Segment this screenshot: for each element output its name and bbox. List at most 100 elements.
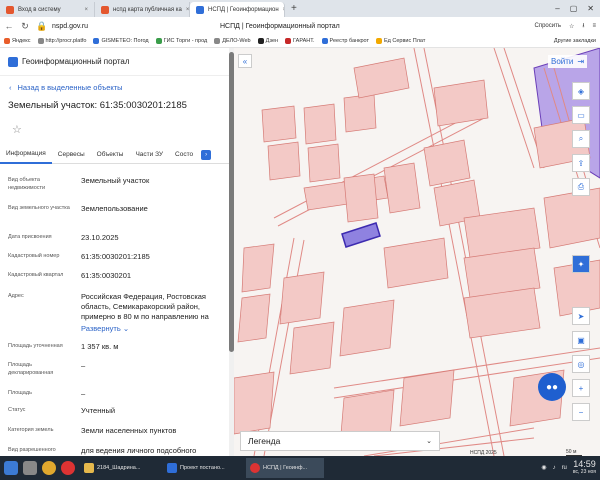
ask-button[interactable]: Спросить <box>535 23 561 29</box>
tab-services[interactable]: Сервесы <box>52 146 91 164</box>
locate-icon[interactable]: ➤ <box>572 307 590 325</box>
close-window-icon[interactable]: ✕ <box>587 4 594 13</box>
bookmark-item[interactable]: ДЕЛО-Web <box>214 38 251 44</box>
parcel[interactable] <box>383 162 421 214</box>
url-field[interactable]: nspd.gov.ru <box>52 23 88 30</box>
close-tab-icon[interactable]: × <box>84 7 88 13</box>
bookmark-icon <box>321 38 328 44</box>
attr-key: Адрес <box>8 293 24 299</box>
parcel[interactable] <box>307 143 341 183</box>
parcel[interactable] <box>237 293 271 343</box>
favorite-star-icon[interactable]: ☆ <box>12 123 22 136</box>
tab-composition[interactable]: Состо <box>169 146 199 164</box>
browser-tab-search[interactable]: нспд карта публичная ка × <box>95 2 190 17</box>
new-tab-button[interactable]: + <box>285 3 303 14</box>
taskbar-item[interactable]: Проект постано... <box>163 458 241 478</box>
bookmark-icon <box>376 38 382 44</box>
other-bookmarks[interactable]: Другие закладки <box>554 38 596 44</box>
network-icon[interactable]: ◉ <box>541 464 546 471</box>
tab-label: Вход в систему <box>18 6 61 13</box>
parcel[interactable] <box>261 105 297 143</box>
bookmark-item[interactable]: Ед Сервис Плат <box>376 38 425 44</box>
parcel[interactable] <box>399 369 455 427</box>
attr-key: Кадастровый номер <box>8 253 60 259</box>
volume-icon[interactable]: ♪ <box>553 465 556 471</box>
attr-value: 23.10.2025 <box>81 233 119 242</box>
chrome-icon[interactable] <box>42 461 56 475</box>
yandex-browser-icon[interactable] <box>61 461 75 475</box>
back-arrow-icon[interactable]: ← <box>4 21 14 31</box>
search-area-icon[interactable]: ⌕ <box>572 130 590 148</box>
tab-parts[interactable]: Части ЗУ <box>129 146 169 164</box>
chat-bubble-icon[interactable]: ●● <box>538 373 566 401</box>
lock-icon: 🔒 <box>36 20 48 31</box>
tab-info[interactable]: Информация <box>0 146 52 164</box>
taskbar-item[interactable]: НСПД | Геоинф... <box>246 458 324 478</box>
fingerprint-icon[interactable]: ◎ <box>572 355 590 373</box>
upload-icon[interactable]: ⇪ <box>572 154 590 172</box>
attr-key: Площадь декларированная <box>8 362 54 377</box>
bookmark-item[interactable]: Реестр банкрот <box>321 38 369 44</box>
parcel[interactable] <box>343 173 379 223</box>
ruler-icon[interactable]: ▭ <box>572 106 590 124</box>
bookmark-item[interactable]: ГАРАНТ. <box>285 38 315 44</box>
attr-key: Вид земельного участка <box>8 205 70 211</box>
menu-icon[interactable]: ≡ <box>592 23 596 29</box>
document-icon <box>167 463 177 473</box>
zoom-out-icon[interactable]: − <box>572 403 590 421</box>
attr-key: Площадь уточненная <box>8 343 63 349</box>
start-menu-icon[interactable] <box>4 461 18 475</box>
attr-value: 1 357 кв. м <box>81 342 119 351</box>
chevron-right-icon[interactable]: › <box>201 149 212 160</box>
back-to-selection-link[interactable]: ‹ Назад в выделенные объекты <box>9 83 123 92</box>
minimap-icon[interactable]: ▣ <box>572 331 590 349</box>
attr-value: Землепользование <box>81 204 148 213</box>
bookmark-item[interactable]: GISMETEO: Погод <box>93 38 149 44</box>
keyboard-layout[interactable]: ru <box>562 465 567 471</box>
parcel[interactable] <box>303 103 337 145</box>
bookmark-item[interactable]: Дзен <box>257 38 278 44</box>
clock[interactable]: 14:59 вс, 23 ноя <box>573 459 596 475</box>
minimize-icon[interactable]: – <box>555 4 559 13</box>
zoom-in-icon[interactable]: + <box>572 379 590 397</box>
system-tray: ◉ ♪ ru 14:59 вс, 23 ноя <box>541 459 596 475</box>
parcel[interactable] <box>343 93 377 133</box>
download-icon[interactable]: ⭳ <box>582 21 584 31</box>
maximize-icon[interactable]: ▢ <box>570 4 578 13</box>
parcel[interactable] <box>339 299 395 357</box>
taskbar-item[interactable]: 2184_Шадрина... <box>80 458 158 478</box>
chevron-left-icon: ‹ <box>9 83 12 92</box>
browser-tab-login[interactable]: Вход в систему × <box>0 2 95 17</box>
close-tab-icon[interactable]: × <box>186 7 189 13</box>
tab-objects[interactable]: Объекты <box>91 146 130 164</box>
parcel[interactable] <box>234 371 275 435</box>
bookmark-icon <box>93 38 100 44</box>
attr-key: Кадастровый квартал <box>8 272 64 278</box>
print-icon[interactable]: ⎙ <box>572 178 590 196</box>
emblem-icon[interactable]: ✦ <box>572 255 590 273</box>
browser-tab-nspd[interactable]: НСПД | Геоинформацион × <box>190 2 285 17</box>
bookmark-item[interactable]: http://procr.platfo <box>37 38 86 44</box>
files-icon[interactable] <box>23 461 37 475</box>
bookmark-star-icon[interactable]: ☆ <box>569 23 574 30</box>
parcel[interactable] <box>433 79 489 127</box>
parcel-title: Земельный участок: 61:35:0030201:2185 <box>8 100 187 111</box>
bookmarks-bar: Яндекс http://procr.platfo GISMETEO: Пог… <box>0 35 600 48</box>
bookmark-item[interactable]: ГИС Торги - прод <box>155 38 207 44</box>
map-toolbar: ◈ ▭ ⌕ ⇪ ⎙ <box>572 82 592 196</box>
login-button[interactable]: Войти ⇥ <box>548 55 588 68</box>
object-info-panel: ‹ Назад в выделенные объекты Земельный у… <box>0 76 232 456</box>
parcel[interactable] <box>543 187 600 249</box>
parcel[interactable] <box>289 321 335 375</box>
attr-value: 61:35:0030201:2185 <box>81 252 150 261</box>
collapse-panel-button[interactable]: « <box>238 54 252 68</box>
parcel[interactable] <box>267 141 301 181</box>
layers-icon[interactable]: ◈ <box>572 82 590 100</box>
legend-dropdown[interactable]: Легенда ⌄ <box>240 431 440 451</box>
reload-icon[interactable]: ↻ <box>20 21 30 32</box>
parcel[interactable] <box>423 139 471 187</box>
parcel[interactable] <box>279 271 325 325</box>
bookmark-item[interactable]: Яндекс <box>4 38 31 44</box>
expand-link[interactable]: Развернуть ⌄ <box>81 324 223 334</box>
parcel[interactable] <box>241 243 275 293</box>
